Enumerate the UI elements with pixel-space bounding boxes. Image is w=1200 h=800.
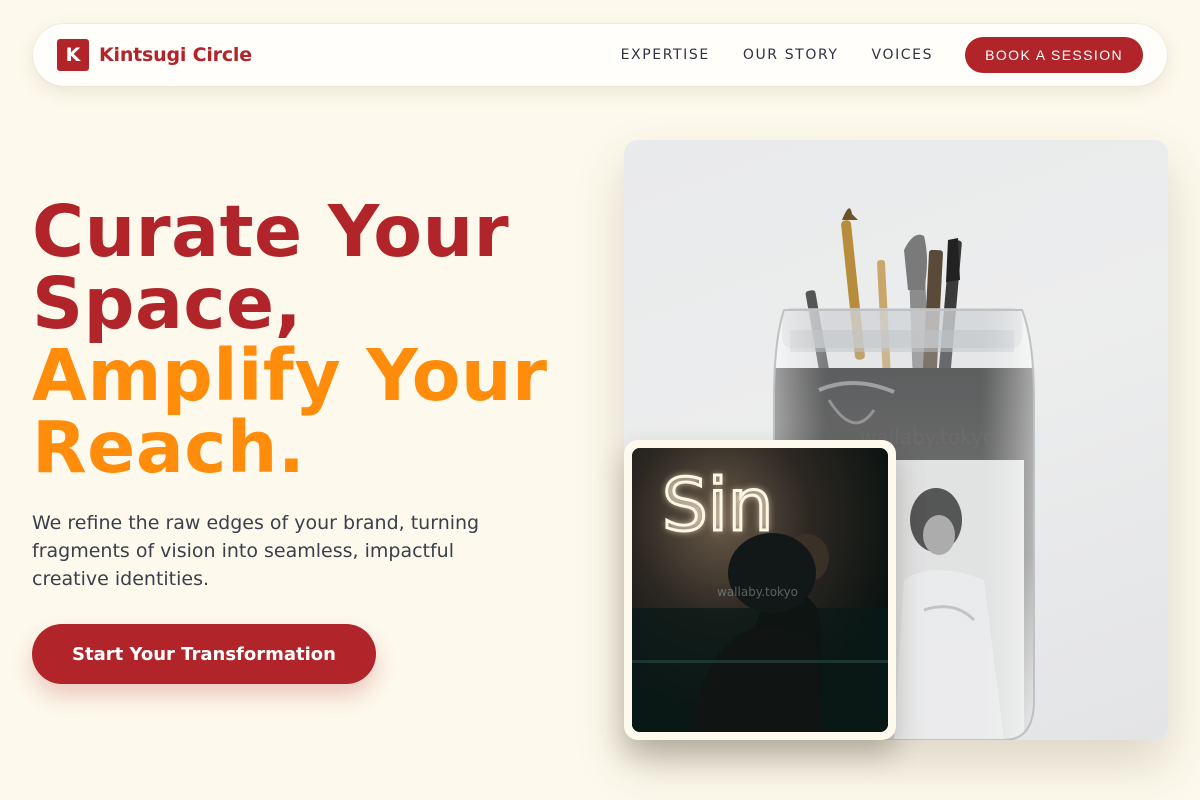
hero-subtitle: We refine the raw edges of your brand, t… [32, 512, 480, 590]
start-transformation-button[interactable]: Start Your Transformation [32, 624, 376, 684]
brand-logo[interactable]: K Kintsugi Circle [57, 39, 252, 71]
landing-page: K Kintsugi Circle EXPERTISE OUR STORY VO… [0, 0, 1200, 800]
nav-links: EXPERTISE OUR STORY VOICES BOOK A SESSIO… [621, 37, 1143, 73]
headline-line-4: Reach. [32, 406, 306, 489]
brand-mark-icon: K [57, 39, 89, 71]
hero-headline: Curate Your Space, Amplify Your Reach. [32, 196, 612, 484]
book-session-button[interactable]: BOOK A SESSION [965, 37, 1143, 73]
nav-link-our-story[interactable]: OUR STORY [743, 47, 839, 63]
top-navigation: K Kintsugi Circle EXPERTISE OUR STORY VO… [33, 24, 1167, 86]
nav-link-voices[interactable]: VOICES [872, 47, 934, 63]
brand-name: Kintsugi Circle [99, 44, 252, 66]
inset-photo-frame: Sin Sin wallaby.tokyo [624, 440, 896, 740]
neon-sign: Sin [662, 463, 773, 547]
inset-photo-watermark: wallaby.tokyo [717, 585, 798, 599]
headline-line-3: Amplify Your [32, 334, 548, 417]
nav-link-expertise[interactable]: EXPERTISE [621, 47, 710, 63]
headline-line-2: Space, [32, 262, 303, 345]
inset-photo-neon: Sin Sin wallaby.tokyo [632, 448, 888, 732]
headline-line-1: Curate Your [32, 190, 510, 273]
